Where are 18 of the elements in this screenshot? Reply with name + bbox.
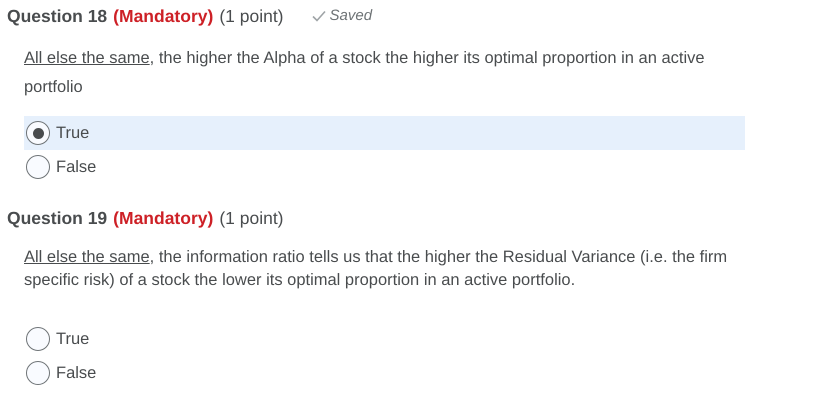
mandatory-label: (Mandatory) xyxy=(113,206,214,230)
points-label: (1 point) xyxy=(219,206,284,230)
saved-status: Saved xyxy=(330,6,372,26)
option-label[interactable]: True xyxy=(56,120,90,146)
question-text: All else the same, the information ratio tells us that the higher the Residual Variance (i.e. the firm specific risk) of a stock the lower its optimal proportion in an active portfolio. xyxy=(24,247,728,291)
radio-button[interactable] xyxy=(26,361,50,385)
checkmark-icon xyxy=(312,10,326,22)
option-label[interactable]: True xyxy=(56,326,90,352)
radio-button[interactable] xyxy=(26,327,50,351)
option-label[interactable]: False xyxy=(56,154,96,180)
radio-button[interactable] xyxy=(26,155,50,179)
question-title: Question 19 xyxy=(7,206,108,230)
points-label: (1 point) xyxy=(219,4,284,28)
radio-button[interactable] xyxy=(26,121,50,145)
question-title: Question 18 xyxy=(7,4,108,28)
question-text: All else the same, the higher the Alpha of a stock the higher its optimal proportion in an active portfolio xyxy=(24,48,706,98)
option-label[interactable]: False xyxy=(56,360,96,386)
mandatory-label: (Mandatory) xyxy=(113,4,214,28)
